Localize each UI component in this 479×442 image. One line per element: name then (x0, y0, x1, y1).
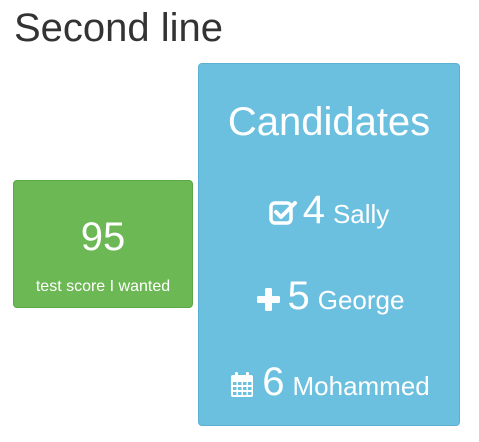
candidates-title: Candidates (227, 100, 431, 144)
candidate-count: 5 (287, 274, 310, 318)
calendar-icon (228, 371, 256, 399)
candidate-name: George (317, 285, 405, 315)
plus-icon (254, 285, 282, 313)
candidate-count: 6 (262, 360, 285, 404)
page: Second line 95 test score I wanted Candi… (0, 0, 479, 442)
candidates-tile: Candidates 4 Sally 5 George 6 Mohammed (198, 63, 460, 426)
score-label: test score I wanted (35, 278, 171, 295)
candidate-row-mohammed: 6 Mohammed (199, 360, 459, 404)
score-value: 95 (80, 215, 126, 259)
candidate-name: Mohammed (292, 371, 430, 401)
score-tile: 95 test score I wanted (13, 180, 193, 308)
page-title: Second line (14, 6, 224, 50)
candidate-row-sally: 4 Sally (199, 188, 459, 232)
candidate-row-george: 5 George (199, 274, 459, 318)
candidate-count: 4 (302, 188, 325, 232)
candidate-name: Sally (332, 199, 390, 229)
check-square-icon (268, 199, 297, 227)
